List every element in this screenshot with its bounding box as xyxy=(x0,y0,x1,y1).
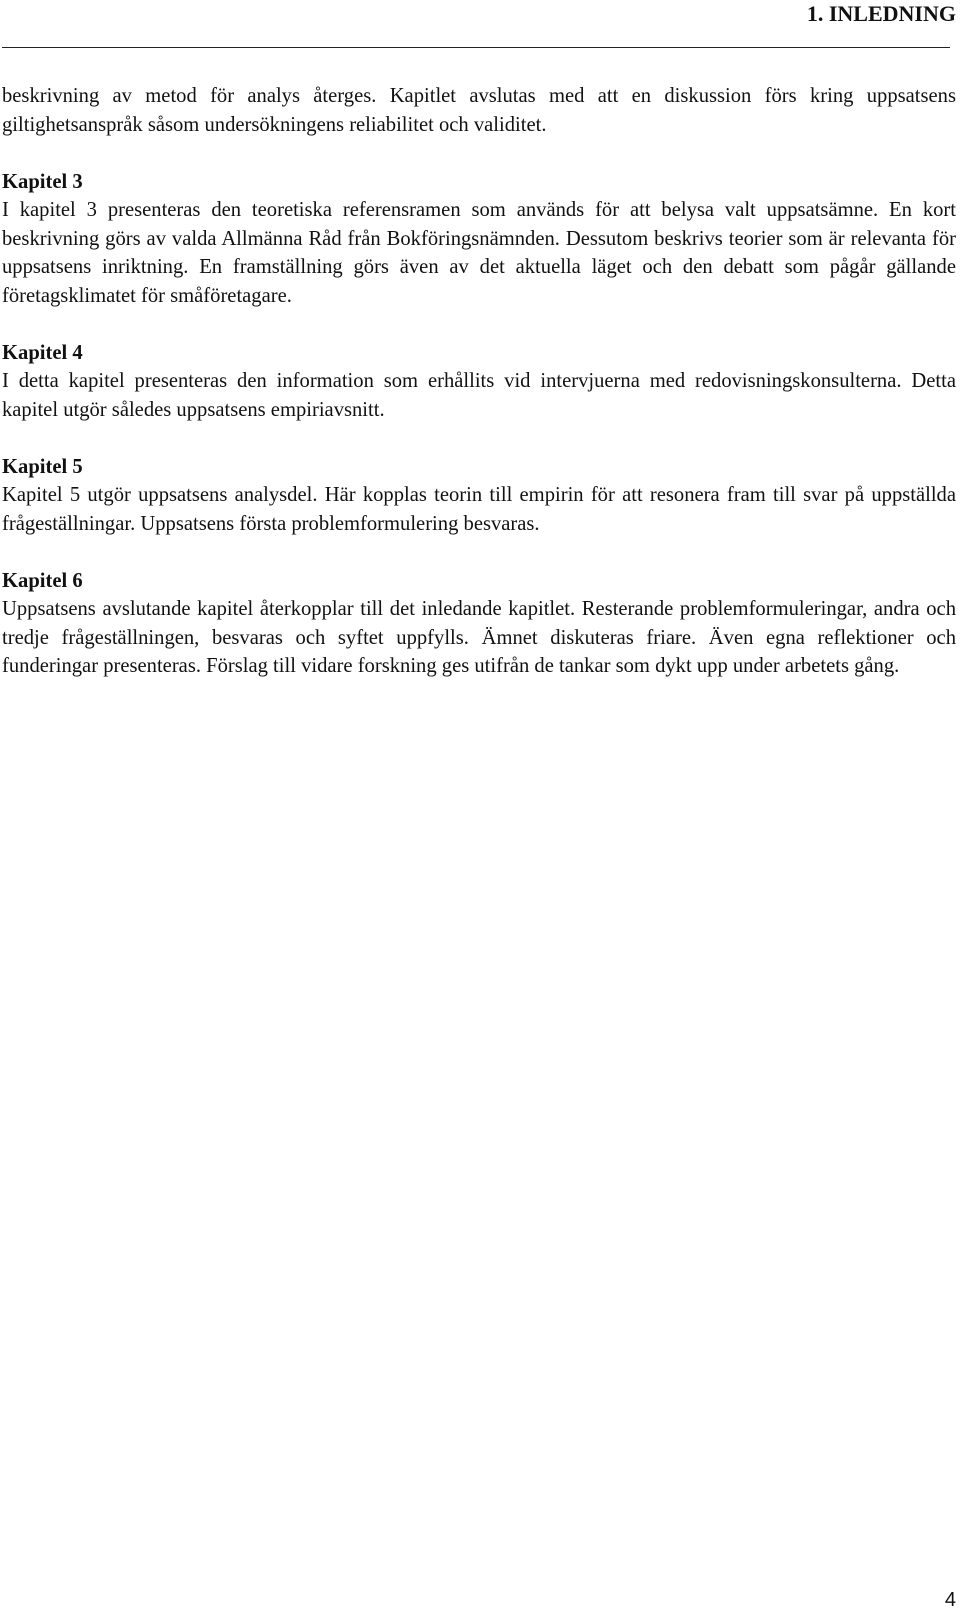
chapter-description: Uppsatsens avslutande kapitel återkoppla… xyxy=(2,598,956,677)
chapter-heading: Kapitel 4 xyxy=(2,341,83,364)
chapter-heading: Kapitel 5 xyxy=(2,455,83,478)
chapter-3-section: Kapitel 3 I kapitel 3 presenteras den te… xyxy=(2,168,956,311)
intro-paragraph: beskrivning av metod för analys återges.… xyxy=(2,85,956,136)
chapter-description: Kapitel 5 utgör uppsatsens analysdel. Hä… xyxy=(2,484,956,535)
page-body: beskrivning av metod för analys återges.… xyxy=(2,82,956,681)
chapter-5-section: Kapitel 5 Kapitel 5 utgör uppsatsens ana… xyxy=(2,453,956,539)
running-header-title: 1. INLEDNING xyxy=(806,1,956,26)
chapter-heading: Kapitel 3 xyxy=(2,170,83,193)
page-number: 4 xyxy=(944,1589,956,1611)
chapter-heading: Kapitel 6 xyxy=(2,569,83,592)
header-rule xyxy=(2,47,950,48)
chapter-6-section: Kapitel 6 Uppsatsens avslutande kapitel … xyxy=(2,567,956,681)
chapter-description: I detta kapitel presenteras den informat… xyxy=(2,370,956,421)
chapter-description: I kapitel 3 presenteras den teoretiska r… xyxy=(2,199,956,307)
chapter-4-section: Kapitel 4 I detta kapitel presenteras de… xyxy=(2,339,956,425)
